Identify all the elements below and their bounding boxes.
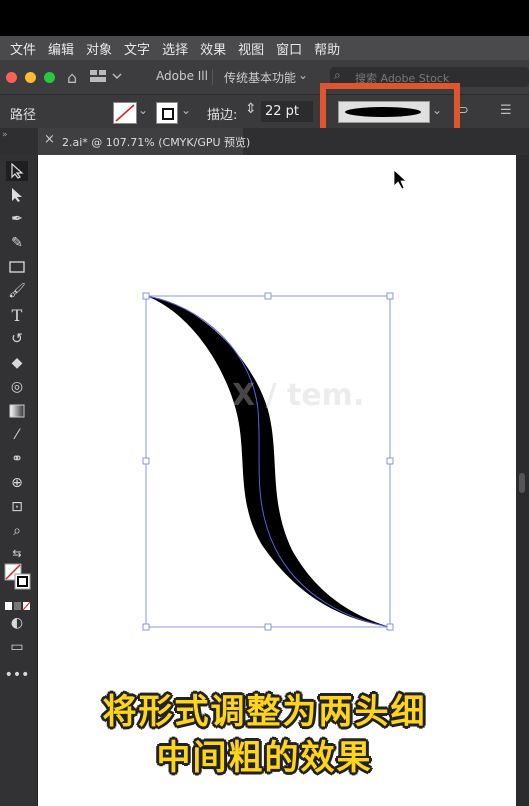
bbox-handle[interactable] (264, 623, 272, 631)
bbox-handle[interactable] (142, 623, 150, 631)
caption-line-1: 将形式调整为两头细 (102, 692, 427, 732)
bbox-handle[interactable] (386, 623, 394, 631)
bbox-handle[interactable] (142, 292, 150, 300)
bbox-handle[interactable] (386, 457, 394, 465)
bbox-handle[interactable] (386, 292, 394, 300)
watermark: X / tem. (232, 378, 365, 413)
bbox-handle[interactable] (142, 457, 150, 465)
mouse-cursor-icon (393, 169, 408, 190)
variable-width-stroke[interactable] (146, 296, 390, 627)
caption-line-2: 中间粗的效果 (156, 738, 373, 778)
bbox-handle[interactable] (264, 292, 272, 300)
